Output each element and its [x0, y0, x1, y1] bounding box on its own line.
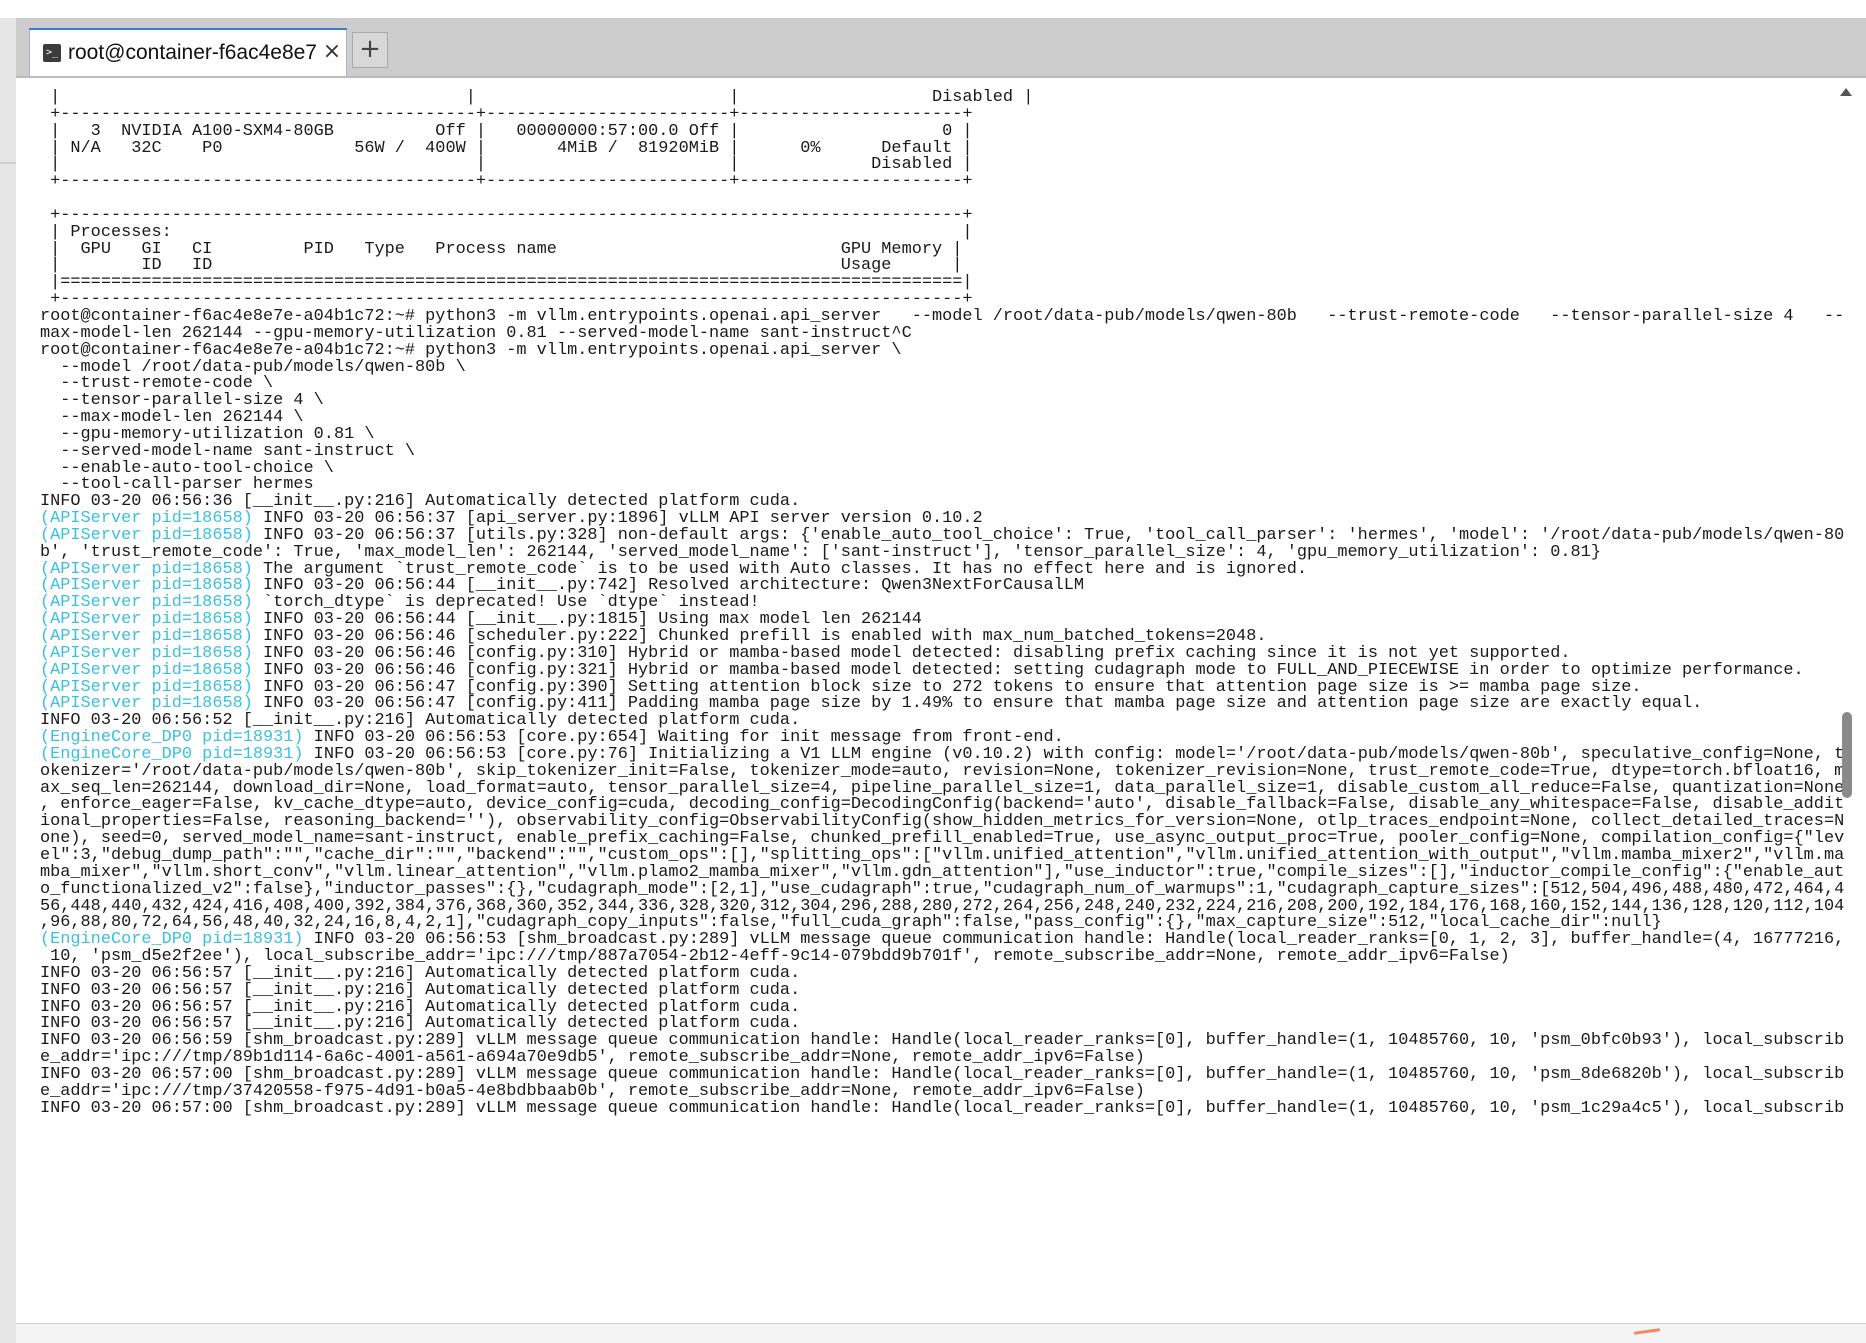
app-root: >_ root@container-f6ac4e8e7 × + | | | Di… [0, 0, 1866, 1343]
vertical-scrollbar[interactable] [1838, 80, 1856, 1341]
tab-terminal-session[interactable]: >_ root@container-f6ac4e8e7 × [29, 28, 347, 76]
terminal-icon: >_ [43, 44, 61, 62]
bottom-strip [16, 1323, 1866, 1343]
terminal-lines: | | | Disabled | +----------------------… [40, 89, 1844, 1118]
frame-divider [0, 162, 16, 164]
scroll-up-arrow-icon[interactable] [1840, 88, 1852, 96]
terminal-window: >_ root@container-f6ac4e8e7 × + | | | Di… [16, 18, 1866, 1343]
close-tab-icon[interactable]: × [320, 38, 344, 66]
line-text: INFO 03-20 06:57:00 [shm_broadcast.py:28… [40, 1098, 1845, 1118]
tab-bar: >_ root@container-f6ac4e8e7 × + [16, 18, 1866, 78]
terminal-output[interactable]: | | | Disabled | +----------------------… [34, 80, 1866, 1341]
terminal-line: INFO 03-20 06:57:00 [shm_broadcast.py:28… [40, 1100, 1844, 1118]
terminal-line: --tensor-parallel-size 4 \ [40, 392, 1840, 410]
tab-title: root@container-f6ac4e8e7 [68, 41, 317, 64]
left-window-frame [0, 18, 16, 1343]
line-text: +---------------------------------------… [40, 172, 973, 192]
orange-stroke-decoration [1633, 1328, 1661, 1335]
scrollbar-thumb[interactable] [1842, 712, 1852, 798]
top-strip [0, 0, 1866, 18]
terminal-line: --model /root/data-pub/models/qwen-80b \ [40, 359, 1840, 377]
new-tab-button[interactable]: + [352, 32, 388, 68]
terminal-line: +---------------------------------------… [40, 172, 1840, 192]
active-tab-indicator [29, 28, 347, 30]
